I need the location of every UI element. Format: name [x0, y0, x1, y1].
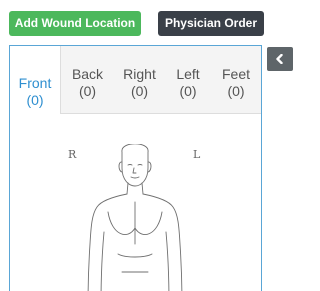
tab-left[interactable]: Left (0)	[165, 46, 211, 114]
tab-label: Feet	[221, 66, 250, 82]
head-outline	[121, 144, 149, 187]
tab-label: Left	[176, 66, 200, 82]
abdomen-lines	[117, 253, 153, 273]
chevron-left-icon	[276, 54, 283, 64]
add-wound-location-button[interactable]: Add Wound Location	[9, 11, 141, 36]
tab-count: (0)	[130, 83, 149, 99]
tab-feet[interactable]: Feet (0)	[211, 46, 261, 114]
tab-count: (0)	[78, 83, 97, 99]
tab-label: Right	[123, 66, 156, 82]
physician-order-button[interactable]: Physician Order	[158, 11, 264, 36]
collapse-panel-button[interactable]	[267, 47, 293, 71]
face-features	[127, 164, 143, 179]
tab-right[interactable]: Right (0)	[114, 46, 165, 114]
wound-location-widget: Add Wound Location Physician Order Front…	[0, 0, 300, 291]
tab-count: (0)	[227, 83, 245, 99]
tab-label: Front	[18, 75, 52, 91]
tab-count: (0)	[179, 83, 197, 99]
tab-back[interactable]: Back (0)	[61, 46, 114, 114]
body-view-tabs: Front (0) Back (0) Right (0) Left (0) Fe…	[10, 46, 261, 114]
body-figure[interactable]	[70, 144, 200, 291]
body-map-panel: Front (0) Back (0) Right (0) Left (0) Fe…	[9, 45, 262, 291]
tab-front[interactable]: Front (0)	[10, 46, 61, 114]
tab-label: Back	[71, 66, 104, 82]
tab-count: (0)	[26, 92, 44, 108]
chest-lines	[107, 201, 163, 245]
